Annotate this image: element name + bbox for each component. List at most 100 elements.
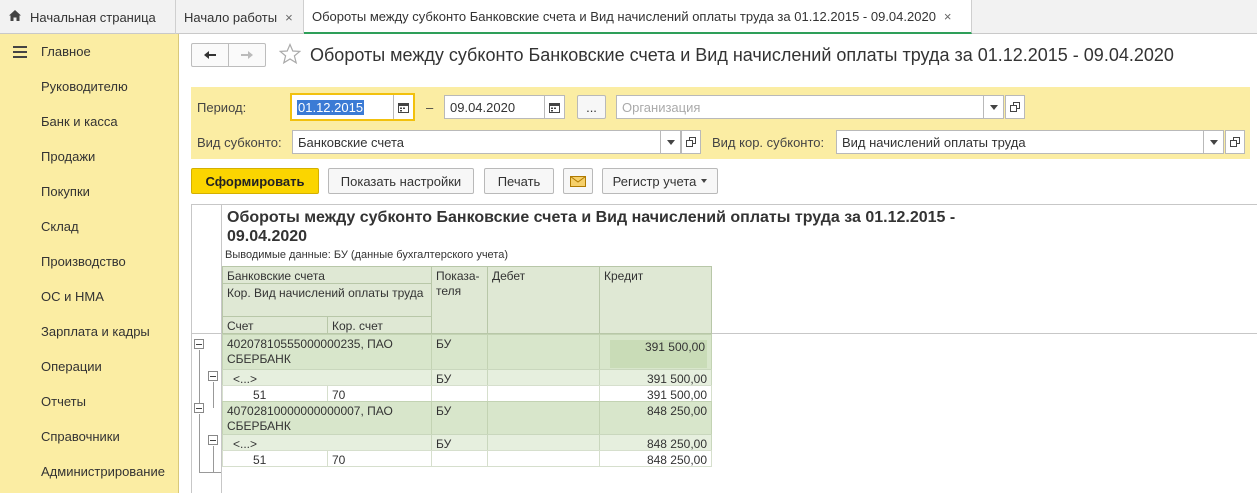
open-icon[interactable] (681, 130, 701, 154)
date-to-value: 09.04.2020 (450, 99, 516, 115)
group-name-line1: 40207810555000000235, ПАО (227, 337, 393, 351)
collapse-icon[interactable] (194, 403, 204, 413)
forward-button[interactable] (229, 44, 265, 66)
tree-line (213, 446, 214, 472)
menu-icon[interactable] (13, 46, 27, 61)
collapse-icon[interactable] (208, 435, 218, 445)
report-title-line2: 09.04.2020 (227, 228, 308, 245)
sidebar-item-salary[interactable]: Зарплата и кадры (41, 324, 150, 339)
subgroup-row-debit (487, 434, 600, 451)
chevron-down-icon[interactable] (660, 130, 680, 154)
group-row-name: 40702810000000000007, ПАО СБЕРБАНК (222, 401, 432, 435)
header-indicators: Показа-теля (431, 266, 488, 334)
report-sheet: Обороты между субконто Банковские счета … (191, 204, 1257, 493)
detail-row-debit (487, 385, 600, 402)
kor-subkonto-field[interactable]: Вид начислений оплаты труда (836, 130, 1224, 154)
group-row-credit: 848 250,00 (599, 401, 712, 435)
sidebar-item-admin[interactable]: Администрирование (41, 464, 165, 479)
report-title-line1: Обороты между субконто Банковские счета … (227, 209, 956, 226)
nav-buttons (191, 43, 266, 67)
open-icon[interactable] (1005, 95, 1025, 119)
organization-field[interactable]: Организация (616, 95, 1004, 119)
sidebar-item-operations[interactable]: Операции (41, 359, 102, 374)
period-select-button[interactable]: ... (577, 95, 606, 119)
group-row-name: 40207810555000000235, ПАО СБЕРБАНК (222, 334, 432, 370)
collapse-icon[interactable] (208, 371, 218, 381)
period-label: Период: (197, 100, 247, 115)
header-bank-accounts: Банковские счета (222, 266, 432, 284)
close-icon[interactable]: × (944, 9, 952, 24)
tree-line (199, 472, 221, 473)
tree-line (213, 382, 214, 408)
arrow-right-icon (241, 51, 253, 59)
register-button[interactable]: Регистр учета (602, 168, 718, 194)
tab-start[interactable]: Начало работы × (176, 0, 304, 34)
sidebar-item-assets[interactable]: ОС и НМА (41, 289, 104, 304)
calendar-icon[interactable] (393, 95, 413, 119)
sidebar: Главное Руководителю Банк и касса Продаж… (0, 34, 179, 493)
organization-placeholder: Организация (622, 99, 701, 115)
sidebar-item-sales[interactable]: Продажи (41, 149, 95, 164)
envelope-icon (570, 175, 586, 187)
subgroup-row-name: <...> (222, 369, 432, 386)
show-settings-button[interactable]: Показать настройки (328, 168, 474, 194)
chevron-down-icon[interactable] (1203, 130, 1223, 154)
arrow-left-icon (204, 51, 216, 59)
register-label: Регистр учета (612, 173, 697, 189)
sidebar-item-reports[interactable]: Отчеты (41, 394, 86, 409)
subgroup-row-credit: 848 250,00 (599, 434, 712, 451)
date-to-field[interactable]: 09.04.2020 (444, 95, 565, 119)
date-from-field[interactable]: 01.12.2015 (290, 93, 415, 121)
sidebar-item-manager[interactable]: Руководителю (41, 79, 128, 94)
date-from-value: 01.12.2015 (297, 99, 365, 115)
generate-button[interactable]: Сформировать (191, 168, 319, 194)
sidebar-item-bank[interactable]: Банк и касса (41, 114, 118, 129)
sidebar-item-production[interactable]: Производство (41, 254, 126, 269)
detail-row-kor-schet: 70 (327, 385, 432, 402)
detail-row-debit (487, 450, 600, 467)
sidebar-item-main[interactable]: Главное (41, 44, 91, 59)
subkonto-value: Банковские счета (298, 134, 405, 150)
close-icon[interactable]: × (285, 10, 293, 25)
back-button[interactable] (192, 44, 229, 66)
group-name-line2: СБЕРБАНК (227, 352, 291, 366)
calendar-icon[interactable] (544, 95, 564, 119)
chevron-down-icon[interactable] (983, 95, 1003, 119)
group-row-debit (487, 334, 600, 370)
filter-panel: Период: 01.12.2015 – 09.04.2020 ... Орга… (191, 87, 1250, 159)
email-button[interactable] (563, 168, 593, 194)
group-row-credit: 391 500,00 (599, 334, 712, 370)
tab-bar: Начальная страница Начало работы × Оборо… (0, 0, 1257, 34)
tab-report-label: Обороты между субконто Банковские счета … (312, 8, 936, 24)
kor-subkonto-value: Вид начислений оплаты труда (842, 134, 1026, 150)
tab-report[interactable]: Обороты между субконто Банковские счета … (304, 0, 972, 34)
detail-row-schet: 51 (222, 385, 328, 402)
group-row-indicator: БУ (431, 401, 488, 435)
subkonto-field[interactable]: Банковские счета (292, 130, 681, 154)
subgroup-row-indicator: БУ (431, 434, 488, 451)
group-name-line1: 40702810000000000007, ПАО (227, 404, 393, 418)
main-area: Обороты между субконто Банковские счета … (179, 34, 1257, 493)
sidebar-item-purchases[interactable]: Покупки (41, 184, 90, 199)
group-name-line2: СБЕРБАНК (227, 419, 291, 433)
collapse-icon[interactable] (194, 339, 204, 349)
group-row-credit-value: 391 500,00 (610, 340, 707, 368)
star-icon[interactable] (278, 42, 302, 68)
detail-row-credit: 848 250,00 (599, 450, 712, 467)
group-row-indicator: БУ (431, 334, 488, 370)
detail-row-credit: 391 500,00 (599, 385, 712, 402)
open-icon[interactable] (1225, 130, 1245, 154)
detail-row-kor-schet: 70 (327, 450, 432, 467)
header-debit: Дебет (487, 266, 600, 334)
sidebar-item-warehouse[interactable]: Склад (41, 219, 79, 234)
subgroup-row-indicator: БУ (431, 369, 488, 386)
header-schet: Счет (222, 316, 328, 334)
chevron-down-icon (701, 179, 708, 183)
header-credit: Кредит (599, 266, 712, 334)
tab-home[interactable]: Начальная страница (0, 0, 176, 34)
print-button[interactable]: Печать (484, 168, 554, 194)
subgroup-row-debit (487, 369, 600, 386)
sidebar-item-directories[interactable]: Справочники (41, 429, 120, 444)
tree-line (199, 350, 200, 408)
tab-start-label: Начало работы (184, 9, 278, 25)
